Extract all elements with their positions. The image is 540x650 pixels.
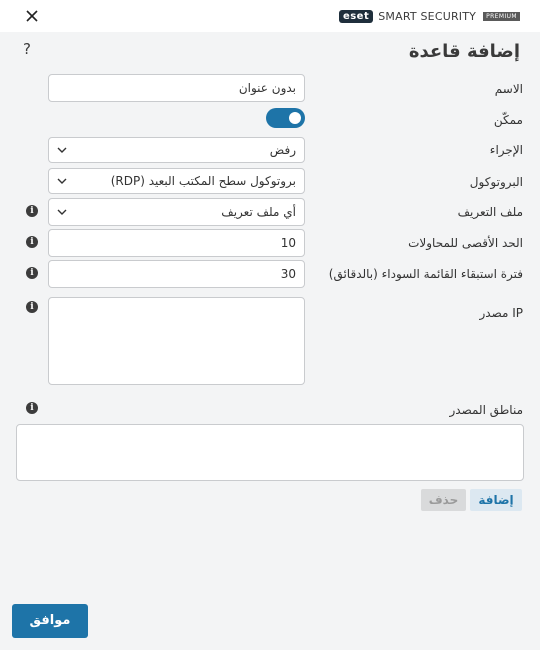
profile-select[interactable]: أي ملف تعريف xyxy=(48,198,305,226)
ok-button[interactable]: موافق xyxy=(12,604,88,638)
profile-label: ملف التعريف xyxy=(457,205,523,219)
remove-button: حذف xyxy=(421,489,466,511)
help-icon[interactable]: ? xyxy=(23,40,31,58)
title-bar: eset SMART SECURITY PREMIUM xyxy=(0,0,540,32)
edition-badge: PREMIUM xyxy=(483,11,520,21)
protocol-label: البروتوكول xyxy=(469,175,523,189)
brand: eset SMART SECURITY PREMIUM xyxy=(338,8,520,24)
page-title: إضافة قاعدة xyxy=(408,41,520,62)
close-icon xyxy=(26,10,38,22)
eset-logo: eset xyxy=(338,9,374,23)
chevron-down-icon xyxy=(57,178,67,184)
action-value: رفض xyxy=(269,143,296,157)
name-field[interactable]: بدون عنوان xyxy=(48,74,305,102)
enabled-label: ممكّن xyxy=(493,113,523,127)
max-attempts-label: الحد الأقصى للمحاولات xyxy=(408,236,523,250)
blacklist-period-value: 30 xyxy=(280,267,296,281)
source-ip-textarea[interactable] xyxy=(48,297,305,385)
blacklist-period-field[interactable]: 30 xyxy=(48,260,305,288)
info-icon[interactable]: i xyxy=(26,402,38,414)
info-icon[interactable]: i xyxy=(26,236,38,248)
protocol-value: بروتوكول سطح المكتب البعيد (RDP) xyxy=(110,174,296,188)
protocol-select[interactable]: بروتوكول سطح المكتب البعيد (RDP) xyxy=(48,168,305,194)
source-ip-label: IP مصدر xyxy=(479,306,523,320)
toggle-knob xyxy=(289,112,301,124)
info-icon[interactable]: i xyxy=(26,301,38,313)
add-button[interactable]: إضافة xyxy=(470,489,522,511)
info-icon[interactable]: i xyxy=(26,267,38,279)
product-name: SMART SECURITY xyxy=(378,9,477,23)
max-attempts-field[interactable]: 10 xyxy=(48,229,305,257)
enabled-toggle[interactable] xyxy=(266,108,305,128)
chevron-down-icon xyxy=(57,147,67,153)
action-select[interactable]: رفض xyxy=(48,137,305,163)
name-label: الاسم xyxy=(494,82,523,96)
max-attempts-value: 10 xyxy=(280,236,296,250)
profile-value: أي ملف تعريف xyxy=(221,205,296,219)
chevron-down-icon xyxy=(57,209,67,215)
blacklist-period-label: فترة استبقاء القائمة السوداء (بالدقائق) xyxy=(328,267,523,281)
name-value: بدون عنوان xyxy=(238,81,296,95)
action-label: الإجراء xyxy=(489,143,523,157)
close-button[interactable] xyxy=(22,6,42,26)
info-icon[interactable]: i xyxy=(26,205,38,217)
source-zones-list[interactable] xyxy=(16,424,524,481)
source-zones-label: مناطق المصدر xyxy=(449,403,523,417)
